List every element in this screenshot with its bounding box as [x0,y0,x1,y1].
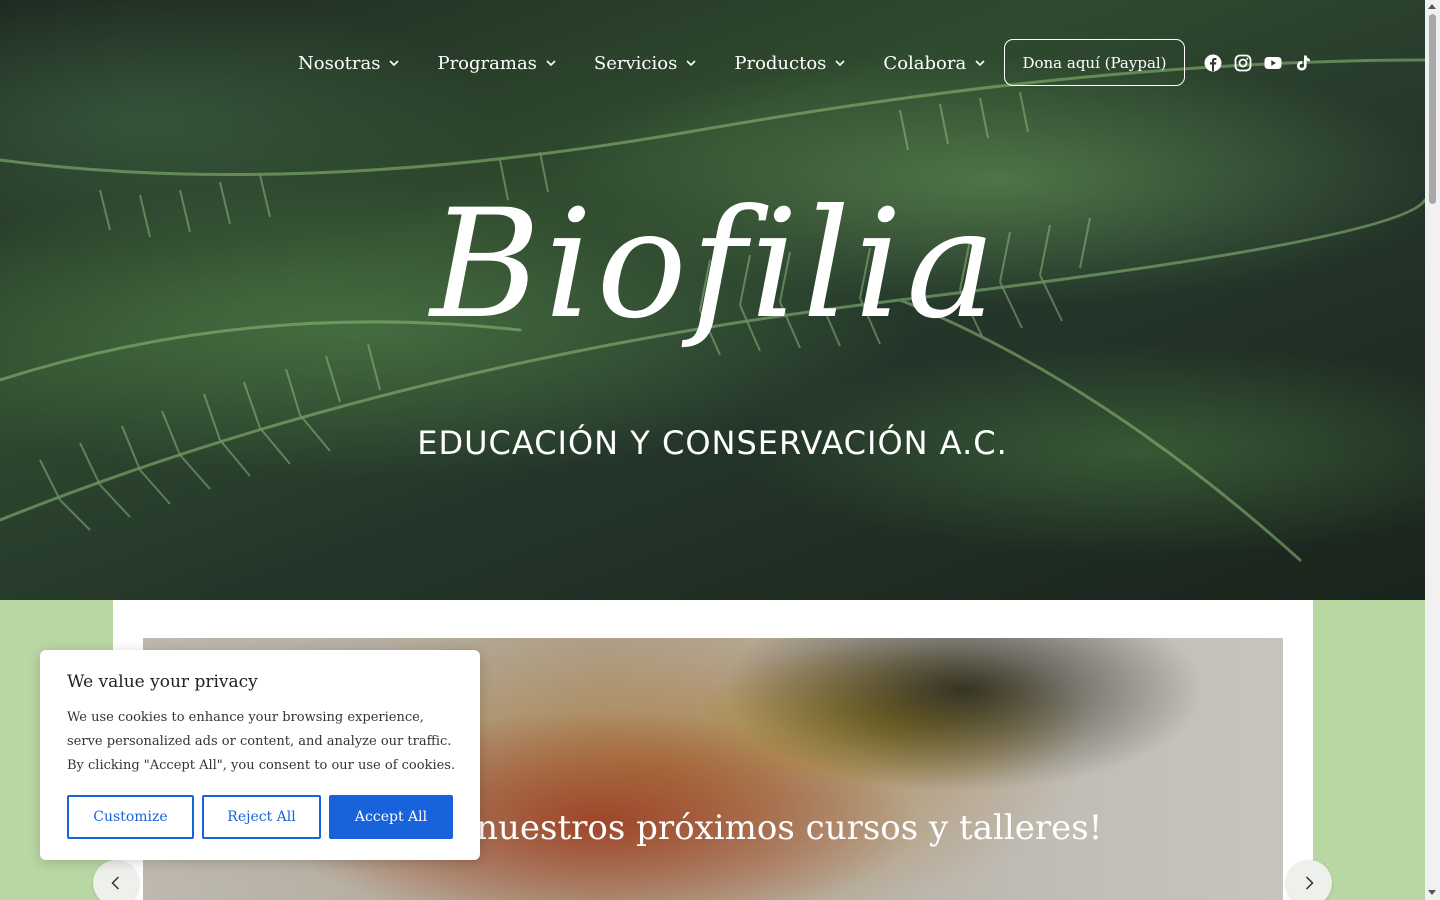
customize-button[interactable]: Customize [67,795,194,839]
donate-paypal-button[interactable]: Dona aquí (Paypal) [1004,39,1185,86]
nav-item-programas[interactable]: Programas [437,52,556,74]
reject-all-button[interactable]: Reject All [202,795,321,839]
nav-item-colabora[interactable]: Colabora [883,53,985,74]
nav-item-nosotras[interactable]: Nosotras [298,52,400,74]
nav-item-label: Nosotras [298,52,381,74]
page-scrollbar[interactable] [1425,0,1440,900]
chevron-right-icon [1305,876,1314,890]
cookie-title: We value your privacy [67,672,258,692]
cookie-consent-dialog: We value your privacy We use cookies to … [40,650,480,860]
chevron-down-icon [975,60,985,67]
hero-tagline: EDUCACIÓN Y CONSERVACIÓN A.C. [417,424,1008,462]
youtube-icon[interactable] [1264,54,1282,72]
social-links [1204,54,1312,72]
accept-all-button[interactable]: Accept All [329,795,453,839]
scroll-up-arrow-icon[interactable] [1428,4,1436,9]
nav-item-productos[interactable]: Productos [734,53,845,74]
facebook-icon[interactable] [1204,54,1222,72]
chevron-down-icon [686,60,696,67]
slider-prev-button[interactable] [93,860,139,900]
tiktok-icon[interactable] [1294,54,1312,72]
nav-item-label: Productos [734,52,827,74]
chevron-left-icon [111,876,120,890]
chevron-down-icon [546,60,556,67]
chevron-down-icon [835,60,845,67]
hero-banner: Nosotras Programas Servicios Productos C… [0,0,1425,600]
nav-item-label: Programas [437,52,537,74]
biofilia-logo: Biofilia [430,178,1000,352]
nav-item-servicios[interactable]: Servicios [594,53,696,74]
nav-item-label: Colabora [883,52,967,74]
scroll-thumb[interactable] [1429,14,1436,204]
slider-next-button[interactable] [1286,860,1332,900]
scroll-down-arrow-icon[interactable] [1428,890,1436,895]
cookie-buttons: Customize Reject All Accept All [67,795,453,839]
main-navigation: Nosotras Programas Servicios Productos C… [298,40,1023,86]
cookie-description: We use cookies to enhance your browsing … [67,710,456,773]
instagram-icon[interactable] [1234,54,1252,72]
nav-item-label: Servicios [593,52,678,74]
chevron-down-icon [389,60,400,67]
